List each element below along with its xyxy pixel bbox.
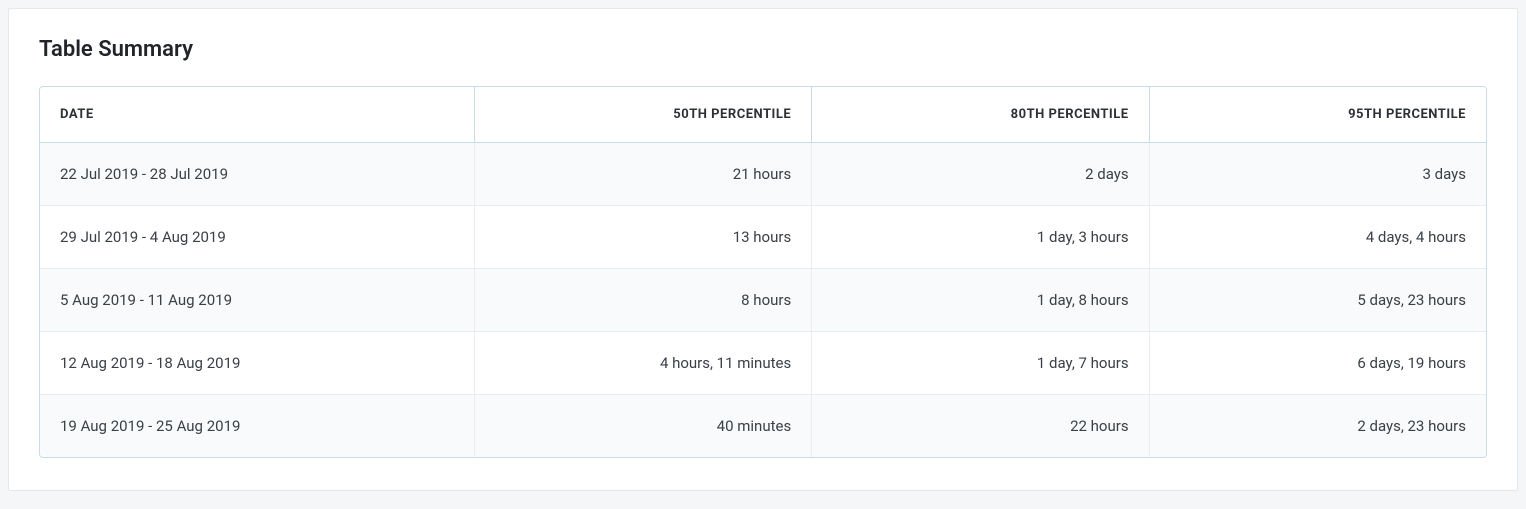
col-header-p95: 95TH PERCENTILE — [1149, 87, 1486, 143]
cell-p50: 21 hours — [474, 143, 811, 205]
cell-p50: 8 hours — [474, 268, 811, 331]
cell-p50: 40 minutes — [474, 394, 811, 457]
cell-p80: 1 day, 3 hours — [811, 205, 1148, 268]
cell-p95: 6 days, 19 hours — [1149, 331, 1486, 394]
cell-p80: 1 day, 7 hours — [811, 331, 1148, 394]
table-row: 22 Jul 2019 - 28 Jul 2019 21 hours 2 day… — [40, 143, 1486, 205]
cell-p80: 1 day, 8 hours — [811, 268, 1148, 331]
col-header-p50: 50TH PERCENTILE — [474, 87, 811, 143]
col-header-p80: 80TH PERCENTILE — [811, 87, 1148, 143]
table-row: 12 Aug 2019 - 18 Aug 2019 4 hours, 11 mi… — [40, 331, 1486, 394]
cell-p95: 3 days — [1149, 143, 1486, 205]
cell-p80: 22 hours — [811, 394, 1148, 457]
cell-date: 22 Jul 2019 - 28 Jul 2019 — [40, 143, 474, 205]
cell-date: 12 Aug 2019 - 18 Aug 2019 — [40, 331, 474, 394]
cell-p95: 2 days, 23 hours — [1149, 394, 1486, 457]
table-header-row: DATE 50TH PERCENTILE 80TH PERCENTILE 95T… — [40, 87, 1486, 143]
cell-p95: 4 days, 4 hours — [1149, 205, 1486, 268]
cell-p50: 4 hours, 11 minutes — [474, 331, 811, 394]
cell-date: 5 Aug 2019 - 11 Aug 2019 — [40, 268, 474, 331]
cell-date: 29 Jul 2019 - 4 Aug 2019 — [40, 205, 474, 268]
col-header-date: DATE — [40, 87, 474, 143]
cell-p80: 2 days — [811, 143, 1148, 205]
cell-p50: 13 hours — [474, 205, 811, 268]
table-row: 5 Aug 2019 - 11 Aug 2019 8 hours 1 day, … — [40, 268, 1486, 331]
table-row: 29 Jul 2019 - 4 Aug 2019 13 hours 1 day,… — [40, 205, 1486, 268]
table-summary-card: Table Summary DATE 50TH PERCENTILE 80TH … — [8, 8, 1518, 491]
cell-date: 19 Aug 2019 - 25 Aug 2019 — [40, 394, 474, 457]
summary-table: DATE 50TH PERCENTILE 80TH PERCENTILE 95T… — [39, 86, 1487, 458]
table-row: 19 Aug 2019 - 25 Aug 2019 40 minutes 22 … — [40, 394, 1486, 457]
cell-p95: 5 days, 23 hours — [1149, 268, 1486, 331]
card-title: Table Summary — [39, 37, 1487, 62]
